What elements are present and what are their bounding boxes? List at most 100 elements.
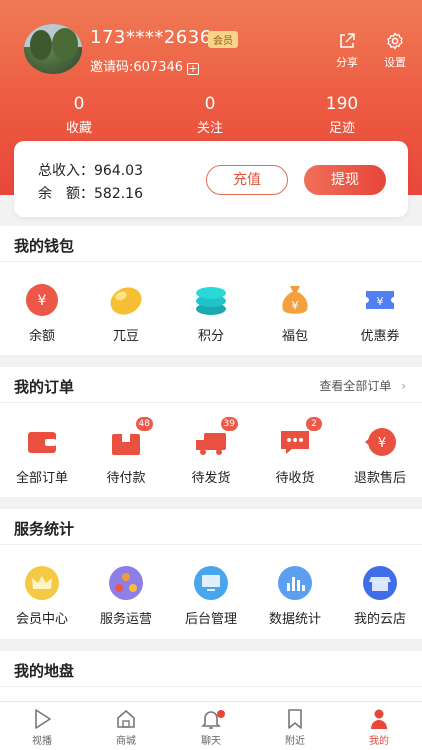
tab-video[interactable]: 视播 (12, 708, 72, 747)
package-icon: 48 (109, 417, 153, 459)
order-item-to-receive[interactable]: 2 待收货 (260, 417, 330, 486)
section-title: 我的地盘 (14, 662, 75, 680)
income-label: 总收入： (38, 163, 94, 179)
order-item-label: 待发货 (191, 471, 231, 486)
coupon-icon: ¥ (363, 283, 397, 317)
settings-label: 设置 (384, 56, 406, 69)
income-value: 964.03 (94, 163, 143, 179)
stat-value: 0 (204, 94, 216, 114)
stat-value: 0 (73, 94, 85, 114)
tab-chat[interactable]: 聊天 (181, 708, 241, 747)
order-item-label: 退款售后 (353, 471, 406, 486)
chevron-right-icon: › (401, 379, 406, 393)
vip-badge: 会员 (208, 31, 238, 48)
coin-stack-icon (194, 283, 228, 317)
stat-label: 收藏 (65, 121, 92, 136)
service-item-label: 数据统计 (268, 612, 321, 627)
order-item-unpaid[interactable]: 48 待付款 (91, 417, 161, 486)
stat-favorites[interactable]: 0 收藏 (39, 94, 119, 136)
count-badge: 2 (306, 417, 322, 431)
notification-dot (217, 710, 225, 718)
wallet-item-points[interactable]: 积分 (176, 283, 246, 344)
balance-label: 余 额： (38, 186, 94, 202)
truck-icon: 39 (194, 417, 238, 459)
tab-nearby[interactable]: 附近 (265, 708, 325, 747)
service-item-label: 会员中心 (15, 612, 68, 627)
tab-mine[interactable]: 我的 (349, 708, 409, 747)
svg-text:¥: ¥ (378, 436, 386, 451)
wallet-item-coupons[interactable]: ¥ 优惠券 (345, 283, 415, 344)
home-icon (117, 709, 135, 728)
copy-icon[interactable]: + (187, 63, 200, 75)
stat-label: 足迹 (328, 121, 355, 136)
section-title: 我的钱包 (14, 237, 75, 255)
invite-code-text: 邀请码:607346 (90, 60, 184, 75)
service-item-cloud-store[interactable]: 我的云店 (345, 566, 415, 627)
tab-label: 我的 (369, 736, 389, 747)
tab-label: 附近 (285, 736, 305, 747)
bottom-tab-bar: 视播 商城 聊天 附近 我的 (0, 701, 422, 750)
wallet-item-luckybag[interactable]: ¥ 福包 (260, 283, 330, 344)
service-item-member-center[interactable]: 会员中心 (7, 566, 77, 627)
territory-section: 我的地盘 (0, 651, 422, 701)
tab-label: 商城 (116, 736, 136, 747)
service-item-label: 服务运营 (99, 612, 152, 627)
svg-text:¥: ¥ (38, 293, 47, 309)
stat-value: 190 (325, 94, 359, 114)
balance-card: 总收入：964.03 余 额：582.16 充值 提现 (14, 141, 408, 217)
service-item-operations[interactable]: 服务运营 (91, 566, 161, 627)
section-title: 我的订单 (14, 378, 75, 396)
order-item-refund[interactable]: ¥ 退款售后 (345, 425, 415, 486)
bar-chart-icon (278, 566, 312, 600)
svg-text:¥: ¥ (292, 299, 299, 312)
service-item-admin[interactable]: 后台管理 (176, 566, 246, 627)
share-button[interactable]: 分享 (327, 32, 367, 70)
stat-following[interactable]: 0 关注 (170, 94, 250, 136)
balance-amount: 余 额：582.16 (38, 183, 143, 203)
service-item-data-stats[interactable]: 数据统计 (260, 566, 330, 627)
wallet-item-label: 积分 (197, 329, 224, 344)
settings-button[interactable]: 设置 (375, 32, 415, 70)
orders-section: 我的订单 查看全部订单 › 全部订单 48 待付款 39 待发货 2 待收货 ¥ (0, 367, 422, 497)
service-item-label: 我的云店 (353, 612, 406, 627)
wallet-item-label: 优惠券 (360, 329, 400, 344)
order-item-all[interactable]: 全部订单 (7, 425, 77, 486)
store-icon (363, 566, 397, 600)
total-income: 总收入：964.03 (38, 160, 143, 180)
svg-text:¥: ¥ (377, 295, 384, 308)
refund-icon: ¥ (363, 425, 397, 459)
withdraw-button[interactable]: 提现 (304, 165, 386, 195)
order-item-label: 全部订单 (15, 471, 68, 486)
gear-icon (387, 32, 403, 50)
count-badge: 48 (135, 417, 153, 431)
money-bag-icon: ¥ (278, 283, 312, 317)
order-item-to-ship[interactable]: 39 待发货 (176, 417, 246, 486)
wallet-item-beans[interactable]: 兀豆 (91, 283, 161, 344)
invite-code[interactable]: 邀请码:607346 + (90, 56, 200, 75)
wallet-item-label: 兀豆 (112, 329, 139, 344)
bookmark-icon (288, 709, 302, 729)
recharge-button[interactable]: 充值 (206, 165, 288, 195)
view-all-orders-link[interactable]: 查看全部订单 › (319, 377, 406, 394)
services-section: 服务统计 会员中心 服务运营 后台管理 数据统计 我的云店 (0, 509, 422, 639)
play-icon (35, 709, 51, 729)
wallet-icon (25, 425, 59, 459)
tab-label: 视播 (32, 736, 52, 747)
share-icon (340, 33, 355, 48)
count-badge: 39 (220, 417, 238, 431)
wallet-item-balance[interactable]: ¥ 余额 (7, 283, 77, 344)
crown-icon (25, 566, 59, 600)
section-title: 服务统计 (14, 520, 75, 538)
avatar[interactable] (24, 24, 82, 74)
stat-label: 关注 (196, 121, 223, 136)
stat-footprints[interactable]: 190 足迹 (302, 94, 382, 136)
tab-mall[interactable]: 商城 (96, 708, 156, 747)
order-item-label: 待收货 (275, 471, 315, 486)
yen-coin-icon: ¥ (25, 283, 59, 317)
wallet-item-label: 福包 (281, 329, 308, 344)
order-item-label: 待付款 (106, 471, 146, 486)
message-icon: 2 (278, 417, 322, 459)
user-phone: 173****2636 (90, 27, 212, 48)
network-icon (109, 566, 143, 600)
view-all-orders-label: 查看全部订单 (319, 379, 392, 393)
